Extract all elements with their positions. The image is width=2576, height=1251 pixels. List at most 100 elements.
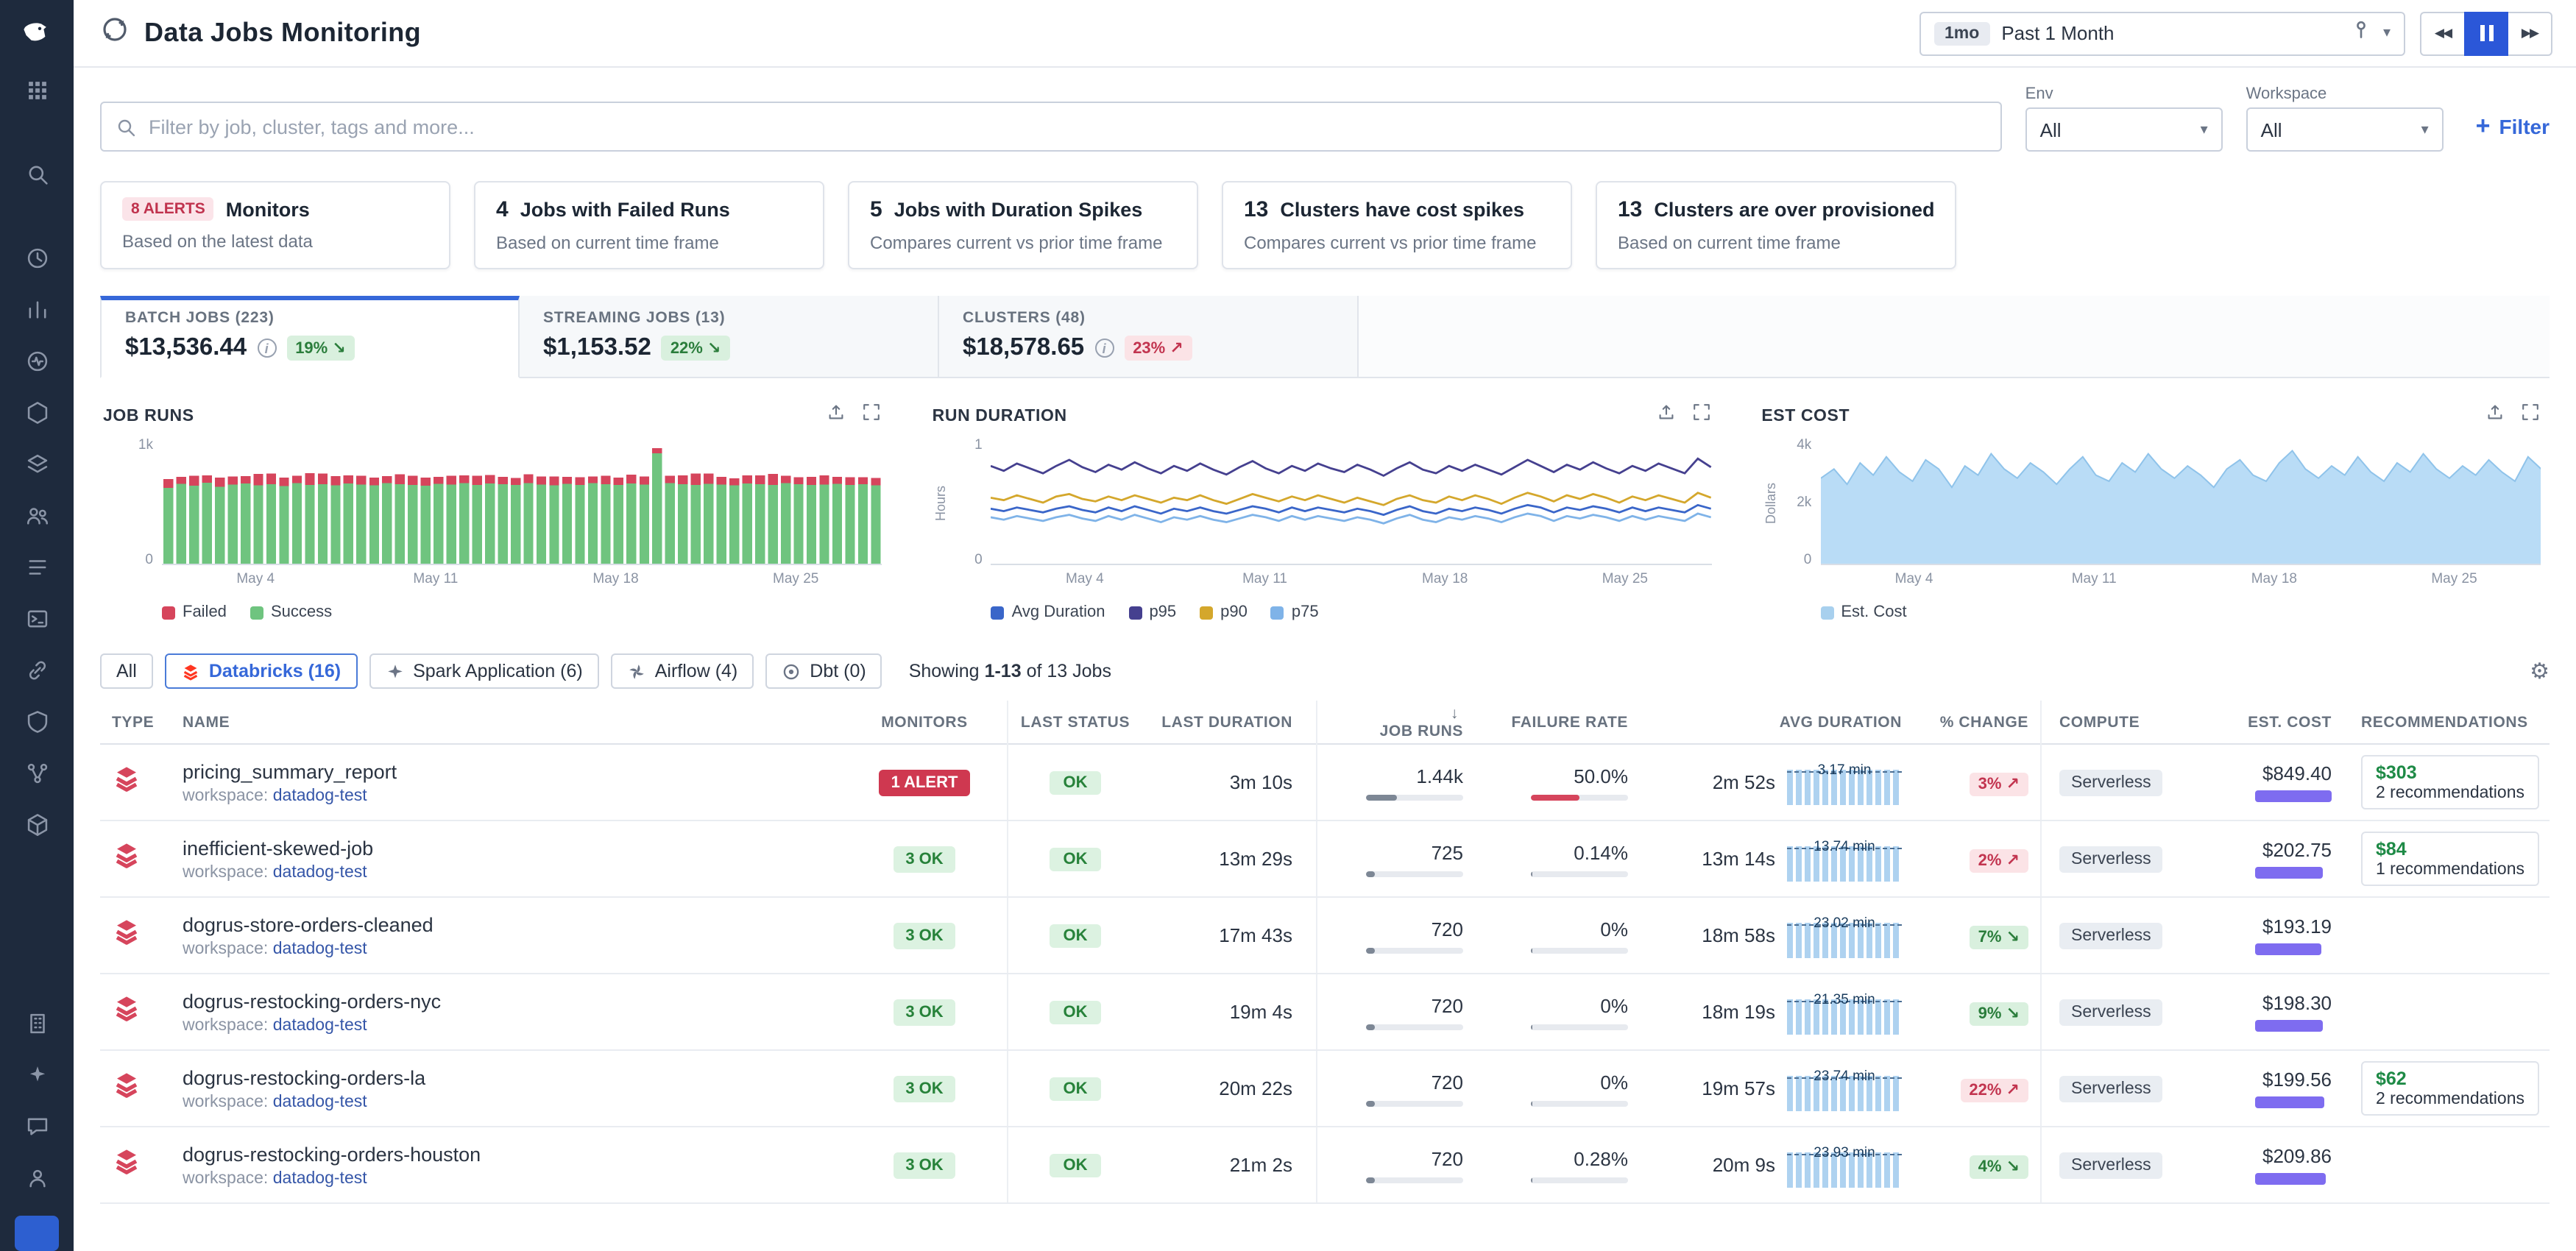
pin-icon[interactable] bbox=[2351, 19, 2371, 47]
legend-item[interactable]: p95 bbox=[1128, 603, 1176, 621]
col-last-status[interactable]: LAST STATUS bbox=[1007, 701, 1142, 745]
legend-item[interactable]: Success bbox=[250, 603, 332, 621]
card-cost-spikes[interactable]: 13 Clusters have cost spikes Compares cu… bbox=[1222, 181, 1572, 269]
pause-button[interactable] bbox=[2464, 11, 2508, 55]
copilot-icon[interactable] bbox=[18, 1055, 56, 1094]
expand-icon[interactable] bbox=[862, 402, 882, 430]
time-forward-button[interactable]: ▶▶ bbox=[2508, 11, 2552, 55]
infrastructure-icon[interactable] bbox=[18, 393, 56, 431]
job-runs-plot[interactable] bbox=[162, 442, 882, 565]
logs-icon[interactable] bbox=[18, 547, 56, 586]
avg-duration-sparkline[interactable]: 23.02 min bbox=[1787, 910, 1902, 960]
table-row[interactable]: inefficient-skewed-job workspace: datado… bbox=[100, 821, 2550, 898]
chip-all[interactable]: All bbox=[100, 653, 153, 689]
recommendation-card[interactable]: $62 2 recommendations bbox=[2361, 1061, 2539, 1116]
card-over-provisioned[interactable]: 13 Clusters are over provisioned Based o… bbox=[1596, 181, 1957, 269]
col-recommendations[interactable]: RECOMMENDATIONS bbox=[2346, 713, 2550, 731]
legend-item[interactable]: Avg Duration bbox=[991, 603, 1105, 621]
workspace-tag[interactable]: datadog-test bbox=[273, 1016, 367, 1034]
table-row[interactable]: pricing_summary_report workspace: datado… bbox=[100, 745, 2550, 821]
monitors-badge[interactable]: 1 ALERT bbox=[880, 770, 970, 796]
containers-icon[interactable] bbox=[18, 805, 56, 843]
workspace-tag[interactable]: datadog-test bbox=[273, 1169, 367, 1187]
col-type[interactable]: TYPE bbox=[100, 713, 183, 731]
chip-dbt[interactable]: Dbt (0) bbox=[765, 653, 882, 689]
legend-item[interactable]: Est. Cost bbox=[1820, 603, 1906, 621]
monitors-badge[interactable]: 3 OK bbox=[894, 846, 955, 873]
env-select[interactable]: All ▾ bbox=[2025, 107, 2223, 152]
user-icon[interactable] bbox=[18, 1158, 56, 1197]
legend-item[interactable]: p90 bbox=[1200, 603, 1248, 621]
export-icon[interactable] bbox=[1655, 402, 1676, 430]
workspace-tag[interactable]: datadog-test bbox=[273, 863, 367, 881]
datadog-logo[interactable] bbox=[15, 12, 59, 56]
tab-clusters[interactable]: CLUSTERS (48) $18,578.65 i 23% ↗ bbox=[939, 296, 1359, 377]
recommendation-card[interactable]: $84 1 recommendations bbox=[2361, 832, 2539, 886]
chevron-down-icon[interactable]: ▾ bbox=[2383, 25, 2391, 41]
workspace-tag[interactable]: datadog-test bbox=[273, 787, 367, 804]
chip-databricks[interactable]: Databricks (16) bbox=[165, 653, 357, 689]
job-name[interactable]: dogrus-restocking-orders-houston bbox=[183, 1143, 842, 1165]
legend-item[interactable]: p75 bbox=[1271, 603, 1319, 621]
card-failed-runs[interactable]: 4 Jobs with Failed Runs Based on current… bbox=[474, 181, 824, 269]
metrics-icon[interactable] bbox=[18, 290, 56, 328]
users-icon[interactable] bbox=[18, 496, 56, 534]
monitors-badge[interactable]: 3 OK bbox=[894, 923, 955, 949]
tab-streaming-jobs[interactable]: STREAMING JOBS (13) $1,153.52 22% ↘ bbox=[520, 296, 939, 377]
run-duration-plot[interactable] bbox=[991, 442, 1712, 565]
monitors-badge[interactable]: 3 OK bbox=[894, 1076, 955, 1102]
expand-icon[interactable] bbox=[1691, 402, 1711, 430]
workspace-badge[interactable] bbox=[15, 1216, 59, 1251]
col-est-cost[interactable]: EST. COST bbox=[2182, 713, 2346, 731]
chip-airflow[interactable]: Airflow (4) bbox=[611, 653, 754, 689]
card-monitors[interactable]: 8 ALERTS Monitors Based on the latest da… bbox=[100, 181, 450, 269]
col-avg-duration[interactable]: AVG DURATION bbox=[1646, 713, 1908, 731]
search-icon[interactable] bbox=[18, 155, 56, 193]
col-compute[interactable]: COMPUTE bbox=[2040, 701, 2182, 745]
recommendation-card[interactable]: $303 2 recommendations bbox=[2361, 755, 2539, 809]
col-job-runs[interactable]: ↓JOB RUNS bbox=[1316, 701, 1481, 745]
security-icon[interactable] bbox=[18, 702, 56, 740]
expand-icon[interactable] bbox=[2520, 402, 2541, 430]
gear-icon[interactable]: ⚙ bbox=[2530, 658, 2550, 684]
est-cost-plot[interactable] bbox=[1820, 442, 2541, 565]
col-pct-change[interactable]: % CHANGE bbox=[1908, 713, 2040, 731]
workspace-select[interactable]: All ▾ bbox=[2246, 107, 2444, 152]
tab-batch-jobs[interactable]: BATCH JOBS (223) $13,536.44 i 19% ↘ bbox=[100, 296, 520, 378]
apm-icon[interactable] bbox=[18, 444, 56, 483]
monitors-badge[interactable]: 3 OK bbox=[894, 1152, 955, 1179]
add-filter-button[interactable]: + Filter bbox=[2476, 104, 2550, 149]
support-chat-icon[interactable] bbox=[18, 1107, 56, 1145]
history-icon[interactable] bbox=[18, 238, 56, 277]
workspace-tag[interactable]: datadog-test bbox=[273, 940, 367, 957]
search-input[interactable] bbox=[100, 102, 2002, 152]
col-name[interactable]: NAME bbox=[183, 713, 842, 731]
ci-terminal-icon[interactable] bbox=[18, 599, 56, 637]
avg-duration-sparkline[interactable]: 21.35 min bbox=[1787, 987, 1902, 1037]
workspace-tag[interactable]: datadog-test bbox=[273, 1093, 367, 1110]
info-icon[interactable]: i bbox=[257, 339, 276, 358]
col-last-duration[interactable]: LAST DURATION bbox=[1142, 713, 1316, 731]
export-icon[interactable] bbox=[827, 402, 847, 430]
integrations-icon[interactable] bbox=[18, 651, 56, 689]
col-failure-rate[interactable]: FAILURE RATE bbox=[1481, 713, 1646, 731]
job-name[interactable]: dogrus-restocking-orders-la bbox=[183, 1066, 842, 1088]
avg-duration-sparkline[interactable]: 23.93 min bbox=[1787, 1140, 1902, 1190]
avg-duration-sparkline[interactable]: 13.74 min bbox=[1787, 834, 1902, 884]
apps-grid-icon[interactable] bbox=[18, 71, 56, 109]
legend-item[interactable]: Failed bbox=[162, 603, 227, 621]
col-monitors[interactable]: MONITORS bbox=[842, 713, 1007, 731]
export-icon[interactable] bbox=[2485, 402, 2505, 430]
table-row[interactable]: dogrus-restocking-orders-la workspace: d… bbox=[100, 1051, 2550, 1127]
organization-icon[interactable] bbox=[18, 1004, 56, 1042]
avg-duration-sparkline[interactable]: 3.17 min bbox=[1787, 757, 1902, 807]
avg-duration-sparkline[interactable]: 23.74 min bbox=[1787, 1063, 1902, 1113]
job-name[interactable]: dogrus-store-orders-cleaned bbox=[183, 913, 842, 935]
table-row[interactable]: dogrus-restocking-orders-houston workspa… bbox=[100, 1127, 2550, 1204]
job-name[interactable]: dogrus-restocking-orders-nyc bbox=[183, 990, 842, 1012]
chip-spark[interactable]: Spark Application (6) bbox=[369, 653, 599, 689]
job-name[interactable]: pricing_summary_report bbox=[183, 760, 842, 782]
table-row[interactable]: dogrus-store-orders-cleaned workspace: d… bbox=[100, 898, 2550, 974]
time-back-button[interactable]: ◀◀ bbox=[2420, 11, 2464, 55]
watchdog-icon[interactable] bbox=[18, 341, 56, 380]
